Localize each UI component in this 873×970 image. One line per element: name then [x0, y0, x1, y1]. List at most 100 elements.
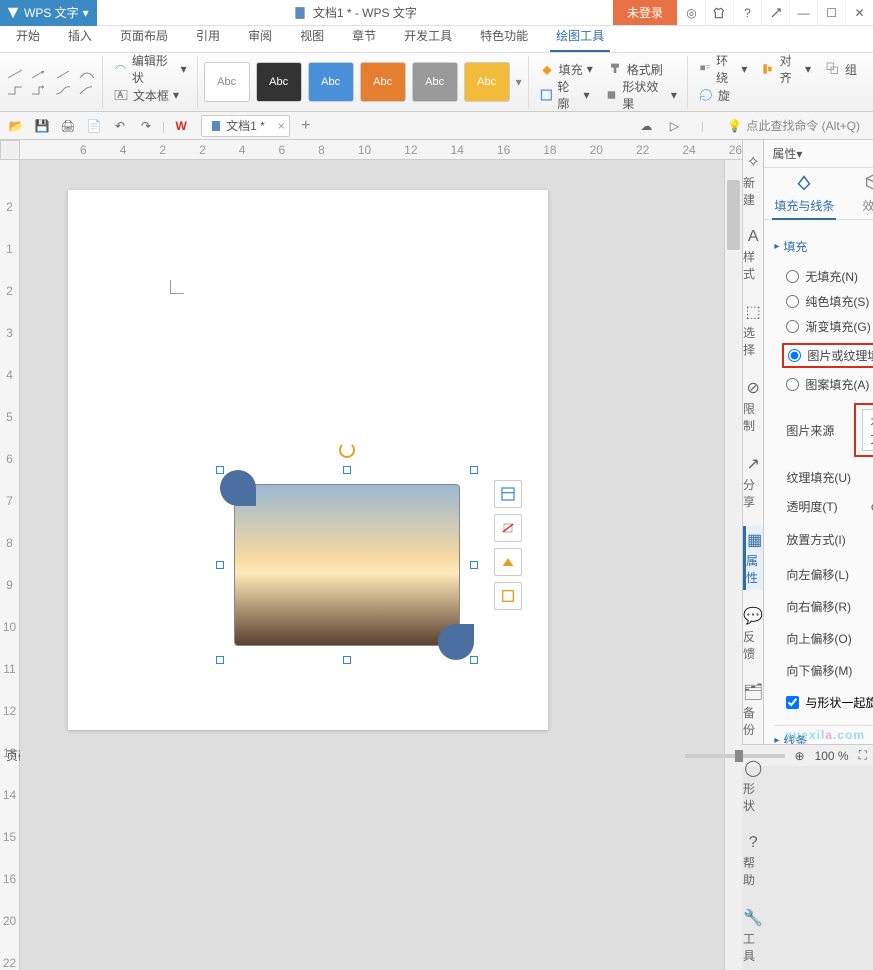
resize-handle-br[interactable]	[470, 656, 478, 664]
edit-shape-button[interactable]: 编辑形状 ▾	[109, 58, 191, 80]
styles-more-icon[interactable]: ▾	[516, 75, 522, 89]
menu-0[interactable]: 开始	[10, 23, 46, 52]
help-icon[interactable]: ?	[733, 0, 761, 25]
sidestrip-选择[interactable]: ⬚选择	[743, 298, 763, 362]
curve-icon[interactable]	[78, 68, 96, 80]
local-file-button[interactable]: 本地文件	[862, 409, 873, 451]
tab-fill-line[interactable]: 填充与线条	[772, 167, 836, 220]
menu-1[interactable]: 插入	[62, 23, 98, 52]
radio-gradient-fill[interactable]: 渐变填充(G)	[774, 314, 873, 339]
new-tab-icon[interactable]: +	[296, 116, 316, 136]
sidestrip-新建[interactable]: ✧新建	[743, 148, 763, 212]
minimize-button[interactable]: —	[789, 0, 817, 25]
vertical-scrollbar[interactable]	[724, 160, 742, 970]
textbox-button[interactable]: A 文本框 ▾	[109, 84, 191, 106]
resize-handle-mr[interactable]	[470, 561, 478, 569]
resize-handle-tm[interactable]	[343, 466, 351, 474]
sidestrip-限制[interactable]: ⊘限制	[743, 374, 763, 438]
doublearrow-icon[interactable]	[54, 68, 72, 80]
menu-5[interactable]: 视图	[294, 23, 330, 52]
sidestrip-分享[interactable]: ↗分享	[743, 450, 763, 514]
resize-handle-ml[interactable]	[216, 561, 224, 569]
menu-7[interactable]: 开发工具	[398, 23, 458, 52]
sidestrip-备份[interactable]: 🗂备份	[743, 678, 763, 742]
style-blue[interactable]: Abc	[308, 62, 354, 102]
sidestrip-样式[interactable]: A样式	[743, 224, 763, 286]
wrap-button[interactable]: 环绕 ▾	[694, 58, 752, 80]
sidestrip-反馈[interactable]: 💬反馈	[743, 602, 763, 666]
sidestrip-属性[interactable]: ▦属性	[743, 526, 763, 590]
resize-handle-tr[interactable]	[470, 466, 478, 474]
sidestrip-工具[interactable]: 🔧工具	[743, 904, 763, 968]
open-icon[interactable]: 📂	[6, 116, 26, 136]
pin-icon[interactable]	[761, 0, 789, 25]
rotate-with-shape-checkbox[interactable]: 与形状一起旋转(W)	[774, 686, 873, 719]
rotate-handle[interactable]	[339, 442, 355, 458]
document-tab[interactable]: 文档1 * ×	[201, 115, 290, 137]
menu-8[interactable]: 特色功能	[474, 23, 534, 52]
redo-icon[interactable]: ↷	[136, 116, 156, 136]
canvas[interactable]	[20, 160, 724, 970]
zoom-in-icon[interactable]: ⊕	[795, 749, 805, 763]
menu-6[interactable]: 章节	[346, 23, 382, 52]
app-logo[interactable]: WPS 文字 ▾	[0, 0, 97, 26]
menu-2[interactable]: 页面布局	[114, 23, 174, 52]
menu-9[interactable]: 绘图工具	[550, 23, 610, 52]
login-button[interactable]: 未登录	[613, 0, 677, 25]
maximize-button[interactable]: ☐	[817, 0, 845, 25]
arrow-icon[interactable]	[30, 68, 48, 80]
selected-shape[interactable]	[220, 470, 474, 660]
resize-handle-bl[interactable]	[216, 656, 224, 664]
zoom-slider[interactable]	[685, 754, 785, 758]
share-icon[interactable]: ▷	[664, 116, 684, 136]
tab-effect[interactable]: 效果	[860, 167, 873, 220]
skin-icon[interactable]	[705, 0, 733, 25]
radio-pattern-fill[interactable]: 图案填充(A)	[774, 372, 873, 397]
radio-solid-fill[interactable]: 纯色填充(S)	[774, 289, 873, 314]
align-button[interactable]: 对齐 ▾	[757, 58, 815, 80]
fill-button[interactable]: 填充 ▾	[535, 58, 597, 80]
wps-home-icon[interactable]: W	[171, 116, 191, 136]
line-section-header[interactable]: ▸ 线条	[774, 725, 873, 744]
outline-tool-icon[interactable]	[494, 548, 522, 576]
rotate-button[interactable]: 旋	[694, 84, 734, 106]
effect-tool-icon[interactable]	[494, 582, 522, 610]
format-painter-button[interactable]: 格式刷	[603, 58, 667, 80]
curved-connector-icon[interactable]	[54, 84, 72, 96]
group-button[interactable]: 组	[821, 58, 861, 80]
zoom-value[interactable]: 100 %	[815, 749, 849, 763]
style-black[interactable]: Abc	[256, 62, 302, 102]
elbow-arrow-icon[interactable]	[30, 84, 48, 96]
resize-handle-tl[interactable]	[216, 466, 224, 474]
close-button[interactable]: ✕	[845, 0, 873, 25]
fill-section-header[interactable]: ▸ 填充	[774, 228, 873, 264]
horizontal-ruler[interactable]: 6422468101214161820222426	[20, 140, 742, 160]
radio-no-fill[interactable]: 无填充(N)	[774, 264, 873, 289]
sidestrip-帮助[interactable]: ?帮助	[743, 830, 763, 892]
cloud-icon[interactable]: ☁	[636, 116, 656, 136]
style-gray[interactable]: Abc	[412, 62, 458, 102]
radio-picture-fill[interactable]: 图片或纹理填充(P)	[788, 347, 873, 364]
guide-icon[interactable]: ◎	[677, 0, 705, 25]
layout-options-icon[interactable]	[494, 480, 522, 508]
undo-icon[interactable]: ↶	[110, 116, 130, 136]
menu-3[interactable]: 引用	[190, 23, 226, 52]
fill-tool-icon[interactable]	[494, 514, 522, 542]
elbow-icon[interactable]	[6, 84, 24, 96]
preview-icon[interactable]: 📄	[84, 116, 104, 136]
save-icon[interactable]: 💾	[32, 116, 52, 136]
print-icon[interactable]: 🖨	[58, 116, 78, 136]
shape-effect-button[interactable]: 形状效果 ▾	[600, 84, 681, 106]
style-white[interactable]: Abc	[204, 62, 250, 102]
sidestrip-形状[interactable]: ◯形状	[743, 754, 763, 818]
line-icon[interactable]	[6, 68, 24, 80]
curved-arrow-icon[interactable]	[78, 84, 96, 96]
vertical-ruler[interactable]: 2123456789101112131415162022	[0, 160, 20, 970]
style-yellow[interactable]: Abc	[464, 62, 510, 102]
fullscreen-icon[interactable]: ⛶	[859, 748, 867, 763]
style-orange[interactable]: Abc	[360, 62, 406, 102]
close-tab-icon[interactable]: ×	[278, 119, 285, 133]
command-search[interactable]: 💡 点此查找命令 (Alt+Q)	[720, 114, 867, 137]
outline-button[interactable]: 轮廓 ▾	[535, 84, 594, 106]
resize-handle-bm[interactable]	[343, 656, 351, 664]
